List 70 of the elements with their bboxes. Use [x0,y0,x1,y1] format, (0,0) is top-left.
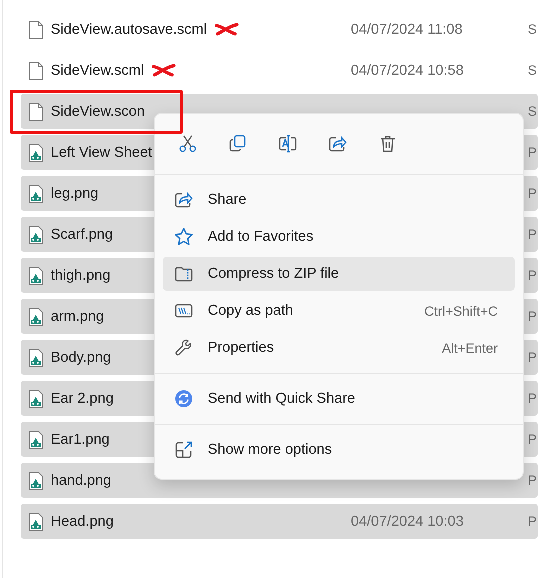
image-file-icon [28,224,44,244]
file-type: P [528,309,538,324]
file-name: SideView.scml [51,62,144,78]
image-file-icon [28,142,44,162]
image-file-icon [28,430,44,450]
expand-icon [174,440,194,460]
image-file-icon [28,306,44,326]
file-type: P [528,227,538,242]
file-name: arm.png [51,308,104,324]
file-type: P [528,350,538,365]
menu-item-label: Add to Favorites [208,229,314,245]
image-file-icon [28,470,44,490]
file-type: P [528,473,538,488]
file-type: S [528,63,538,78]
menu-item-label: Copy as path [208,303,294,319]
file-name: Body.png [51,350,112,366]
file-type: P [528,391,538,406]
file-row[interactable]: SideView.autosave.scml 04/07/2024 11:08 S [21,12,538,47]
modified-date: 04/07/2024 11:08 [351,22,463,38]
file-name: hand.png [51,472,112,488]
file-type: P [528,145,538,160]
file-row[interactable]: SideView.scml 04/07/2024 10:58 S [21,53,538,88]
image-file-icon [28,184,44,204]
scissors-icon [178,134,198,154]
file-type: S [528,22,538,37]
wrench-icon [174,338,194,358]
file-name: Left View Sheet [51,144,152,160]
file-name: leg.png [51,186,99,202]
file-type: P [528,186,538,201]
menu-item[interactable]: Properties Alt+Enter [163,331,515,365]
image-file-icon [28,388,44,408]
file-type: S [528,104,538,119]
image-file-icon [28,348,44,368]
share-icon [174,190,194,210]
menu-item-label: Share [208,192,247,208]
image-file-icon [28,512,44,532]
file-type: P [528,514,538,529]
menu-item[interactable]: Add to Favorites [163,220,515,254]
shortcut-text: Ctrl+Shift+C [424,304,499,318]
modified-date: 04/07/2024 10:58 [351,62,464,78]
menu-item[interactable]: Send with Quick Share [163,382,515,416]
menu-item[interactable]: Copy as path Ctrl+Shift+C [163,294,515,328]
menu-item-label: Show more options [208,442,332,458]
share-icon [328,134,348,154]
star-icon [174,227,194,247]
file-row[interactable]: Head.png 04/07/2024 10:03 P [21,504,538,539]
menu-item[interactable]: Compress to ZIP file [163,257,515,291]
menu-item[interactable]: Share [163,183,515,217]
file-name: Ear 2.png [51,390,114,406]
file-icon [28,102,44,122]
menu-item-label: Send with Quick Share [208,391,356,407]
file-name: Head.png [51,514,114,530]
file-name: SideView.scon [51,104,146,120]
file-name: Ear1.png [51,432,110,448]
rename-icon [278,134,298,154]
file-icon [28,20,44,40]
file-type: P [528,268,538,283]
modified-date: 04/07/2024 10:03 [351,514,464,530]
shortcut-text: Alt+Enter [442,340,499,356]
quick-share-icon [174,389,194,409]
image-file-icon [28,266,44,286]
copy-icon [228,134,248,154]
file-name: Scarf.png [51,226,114,242]
file-icon [28,60,44,80]
file-name: SideView.autosave.scml [51,22,208,38]
file-type: P [528,432,538,447]
trash-icon [378,134,398,154]
file-name: thigh.png [51,268,111,284]
menu-item-label: Compress to ZIP file [208,266,340,282]
menu-item-label: Properties [208,340,274,356]
